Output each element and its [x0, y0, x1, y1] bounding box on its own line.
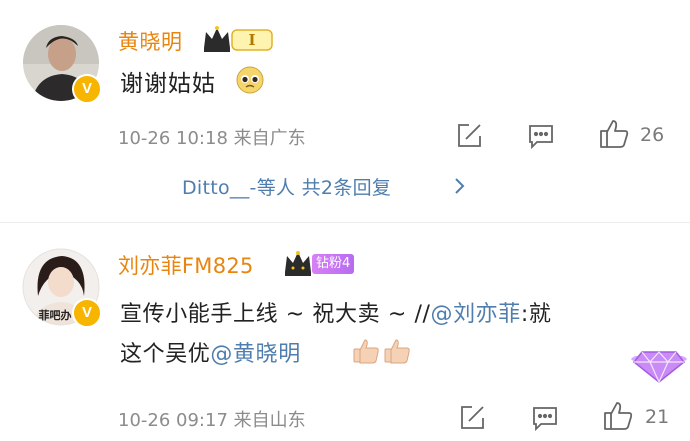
- comment-text-line-1: 宣传小能手上线 ~ 祝大卖 ~ //@刘亦菲:就: [120, 296, 552, 328]
- like-count: 26: [640, 124, 665, 146]
- comment-icon[interactable]: [531, 404, 559, 436]
- comment-text: 谢谢姑姑: [120, 71, 216, 97]
- comment-timestamp: 10-26 09:17: [118, 410, 228, 431]
- fan-level-badge[interactable]: 钻粉4: [312, 254, 355, 274]
- crown-icon: [284, 250, 312, 282]
- comment-timestamp: 10-26 10:18: [118, 128, 228, 149]
- verified-badge: V: [72, 74, 102, 104]
- comment-text-segment: 宣传小能手上线 ~ 祝大卖 ~ //: [120, 302, 431, 327]
- avatar-caption: 菲吧办: [39, 308, 72, 322]
- avatar-huangxiaoming[interactable]: V: [22, 24, 102, 104]
- comment-text-segment: :就: [520, 302, 552, 327]
- like-icon[interactable]: [598, 118, 630, 154]
- comment-divider: [0, 222, 690, 223]
- reply-summary-link[interactable]: Ditto__-等人 共2条回复: [182, 173, 391, 200]
- comment-location: 来自山东: [233, 410, 306, 431]
- comment-icon[interactable]: [527, 122, 555, 154]
- mention-link[interactable]: @刘亦菲: [430, 302, 520, 327]
- thumbs-up-emoji: [352, 336, 416, 370]
- comment-meta: 10-26 09:17 来自山东: [118, 406, 306, 432]
- mention-link[interactable]: @黄晓明: [210, 342, 300, 367]
- share-icon[interactable]: [458, 404, 486, 436]
- verified-badge: V: [72, 298, 102, 328]
- comment-text-line-2: 这个吴优@黄晓明: [120, 336, 301, 368]
- comment-author-name[interactable]: 黄晓明: [118, 26, 183, 56]
- diamond-gem-icon: [630, 340, 688, 388]
- comment-author-name[interactable]: 刘亦菲FM825: [118, 250, 254, 280]
- like-count: 21: [645, 406, 670, 428]
- comment-text-segment: 这个吴优: [120, 342, 211, 367]
- crown-icon: I: [202, 24, 274, 58]
- like-icon[interactable]: [602, 400, 634, 436]
- share-icon[interactable]: [455, 122, 483, 154]
- comment-meta: 10-26 10:18 来自广东: [118, 124, 306, 150]
- avatar-liuyifei-fm[interactable]: 菲吧办 V: [22, 248, 102, 328]
- pleading-face-emoji: [236, 66, 264, 98]
- crown-level-text: I: [248, 31, 255, 49]
- comment-location: 来自广东: [233, 128, 306, 149]
- chevron-right-icon: [452, 176, 466, 200]
